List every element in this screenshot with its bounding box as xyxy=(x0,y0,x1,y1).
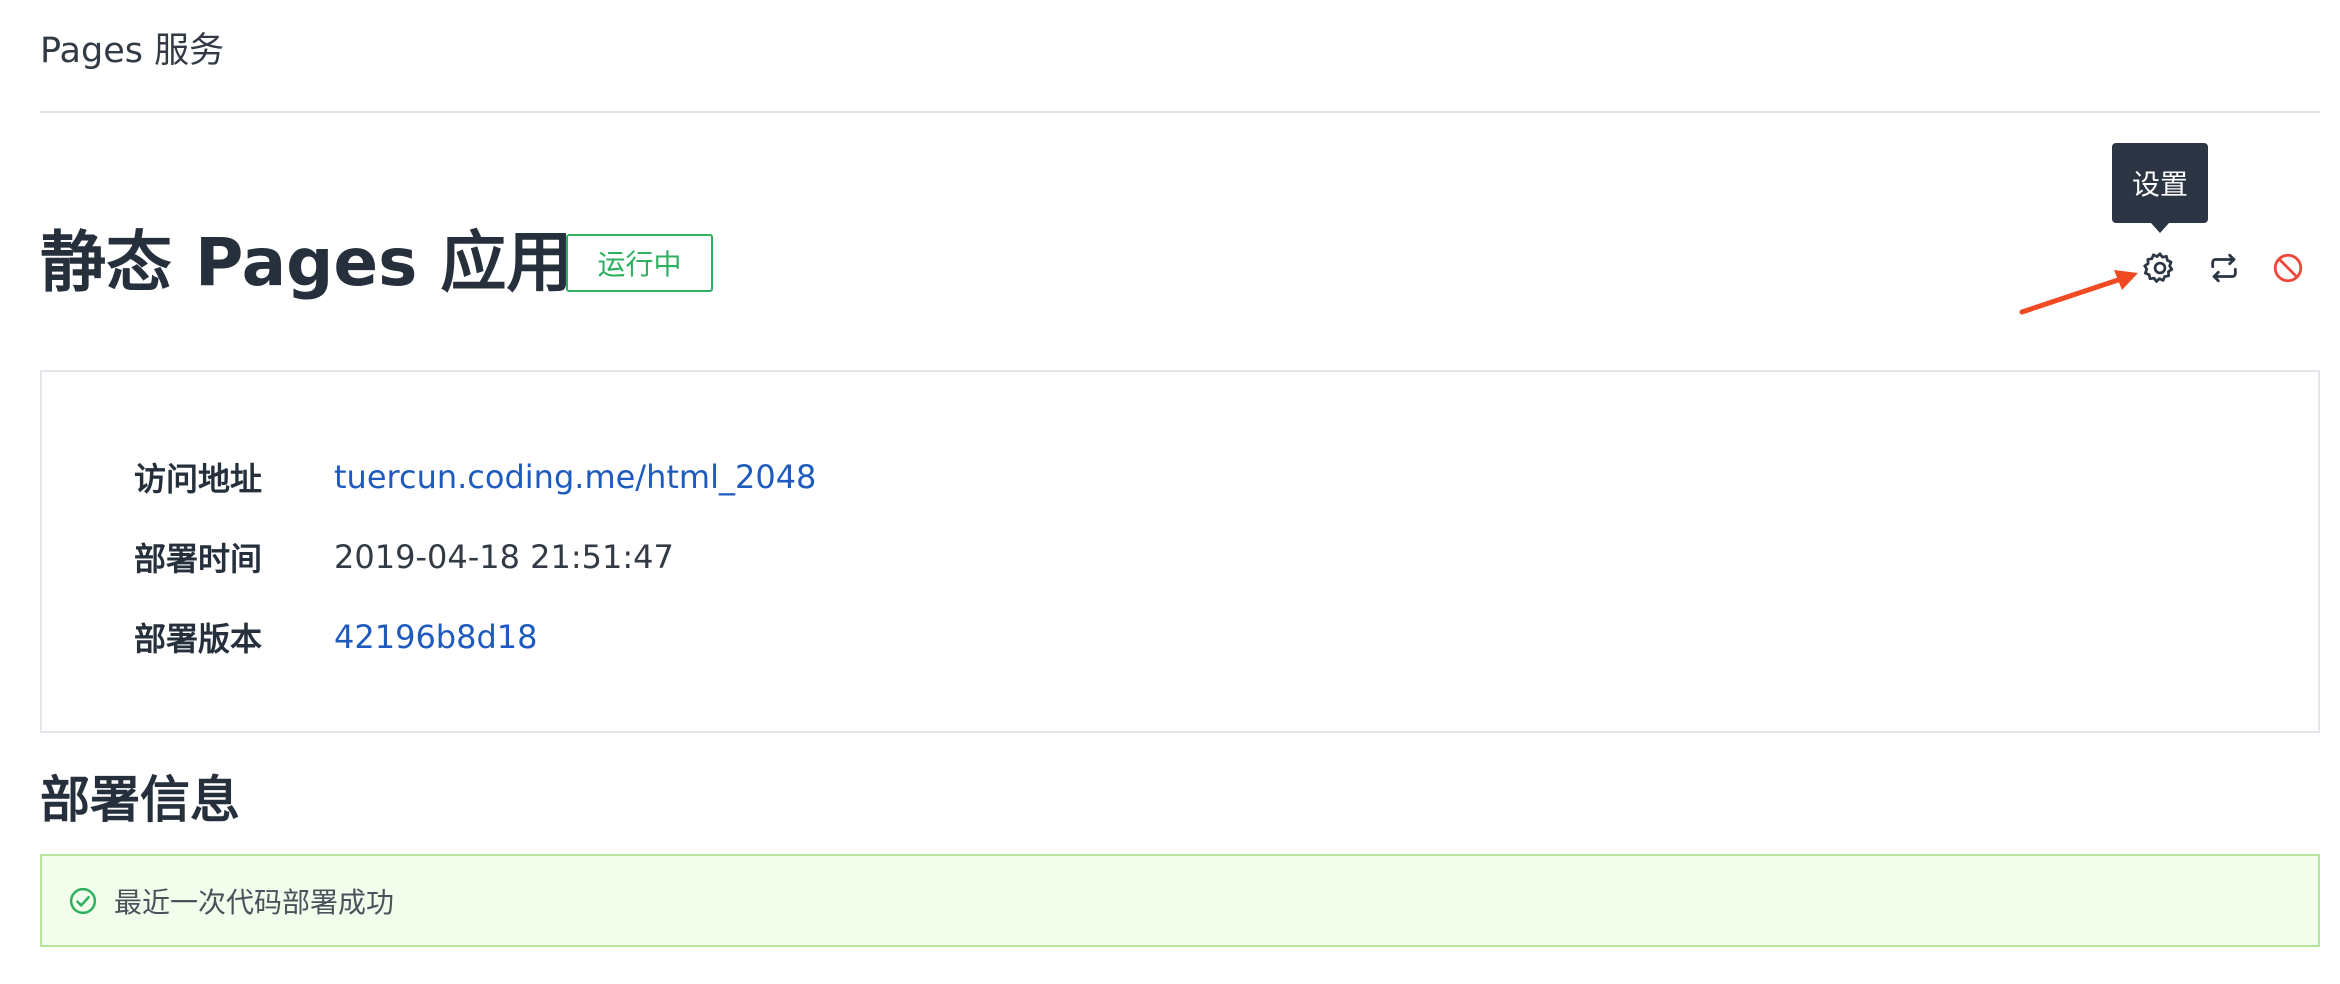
tooltip-arrow xyxy=(2151,223,2169,233)
redeploy-button[interactable] xyxy=(2204,248,2244,288)
deploy-time-value: 2019-04-18 21:51:47 xyxy=(334,538,674,576)
repeat-icon xyxy=(2211,253,2237,283)
info-label: 部署版本 xyxy=(134,620,263,658)
status-badge: 运行中 xyxy=(566,234,713,292)
check-circle-icon xyxy=(69,887,97,914)
info-label: 部署时间 xyxy=(134,540,263,578)
access-url-link[interactable]: tuercun.coding.me/html_2048 xyxy=(334,458,816,496)
pages-service-page: Pages 服务 静态 Pages 应用 运行中 设置 访问地址 tuercun… xyxy=(0,0,2340,984)
info-card: 访问地址 tuercun.coding.me/html_2048 部署时间 20… xyxy=(40,370,2320,733)
deploy-section-title: 部署信息 xyxy=(40,771,240,829)
info-row-time: 部署时间 2019-04-18 21:51:47 xyxy=(134,532,674,582)
settings-button[interactable] xyxy=(2140,248,2180,288)
deploy-success-message: 最近一次代码部署成功 xyxy=(114,885,395,919)
page-title: Pages 服务 xyxy=(40,31,225,71)
info-label: 访问地址 xyxy=(134,460,263,498)
deploy-version-link[interactable]: 42196b8d18 xyxy=(334,618,538,656)
annotation-arrow-icon xyxy=(2019,270,2138,315)
header-divider xyxy=(40,111,2320,113)
gear-icon xyxy=(2143,252,2174,283)
info-row-url: 访问地址 tuercun.coding.me/html_2048 xyxy=(134,452,816,502)
stop-icon xyxy=(2273,253,2303,283)
stop-button[interactable] xyxy=(2268,248,2308,288)
app-title: 静态 Pages 应用 xyxy=(40,224,573,301)
deploy-success-alert: 最近一次代码部署成功 xyxy=(40,854,2320,947)
info-row-version: 部署版本 42196b8d18 xyxy=(134,612,538,662)
settings-tooltip: 设置 xyxy=(2112,143,2208,223)
